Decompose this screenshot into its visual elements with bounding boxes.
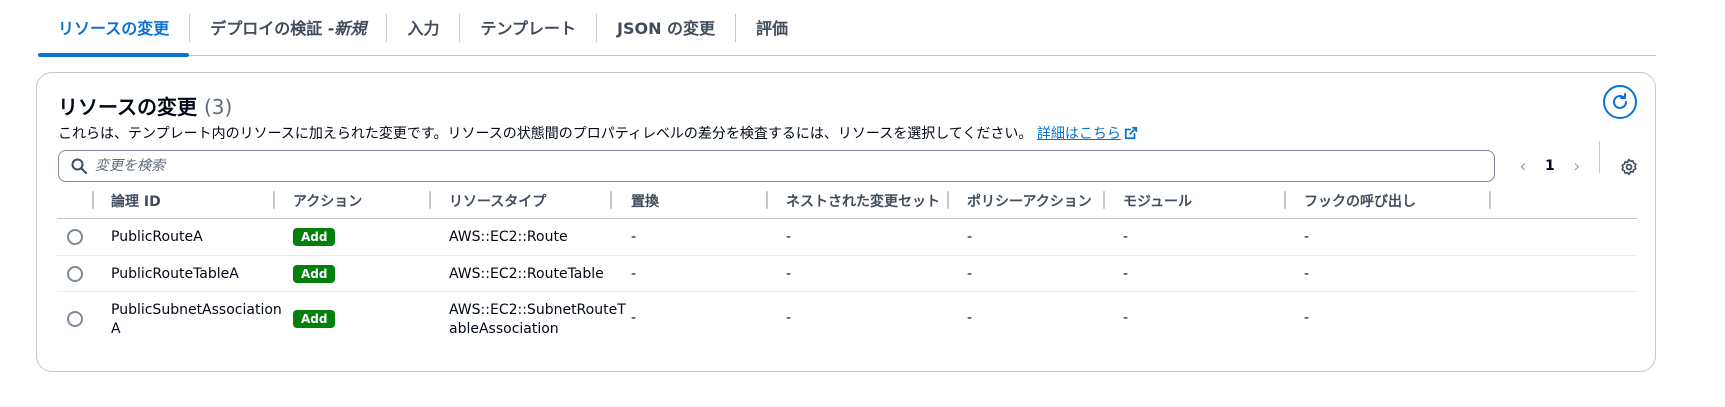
resource-type-cell: AWS::EC2::SubnetRouteT ableAssociation [449,302,626,337]
action-cell: Add [293,310,336,328]
panel-title-text: リソースの変更 [58,95,197,119]
gear-icon [1621,158,1637,176]
logical-id-cell: PublicRouteA [111,229,203,245]
module-cell: - [1123,310,1129,326]
nested-change-set-cell: - [786,310,792,326]
radio-button[interactable] [67,266,83,282]
chevron-left-icon[interactable]: ‹ [1515,156,1531,177]
tab-label-new: 新規 [334,19,367,38]
resource-type-cell: AWS::EC2::Route [449,229,568,245]
column-divider[interactable] [1103,191,1105,209]
table-header: 論理 ID アクション リソースタイプ 置換 ネストされた変更セット ポリシーア… [57,183,1637,219]
replacement-cell: - [631,266,637,282]
column-header-module[interactable]: モジュール [1123,183,1192,219]
column-header-policy-action[interactable]: ポリシーアクション [967,183,1092,219]
description-text: これらは、テンプレート内のリソースに加えられた変更です。リソースの状態間のプロパ… [58,126,1033,142]
row-select-radio[interactable] [67,311,83,327]
panel-description: これらは、テンプレート内のリソースに加えられた変更です。リソースの状態間のプロパ… [58,123,1138,143]
action-badge: Add [293,310,336,328]
policy-action-cell: - [967,229,973,245]
column-label: リソースタイプ [449,194,547,210]
row-select-radio[interactable] [67,266,83,282]
pagination: ‹ 1 › [1515,150,1585,182]
page-number[interactable]: 1 [1545,158,1555,174]
module-cell: - [1123,266,1129,282]
hook-invocation-cell: - [1304,310,1310,326]
radio-button[interactable] [67,229,83,245]
resource-changes-panel: リソースの変更 (3) これらは、テンプレート内のリソースに加えられた変更です。… [36,72,1656,372]
tab-label: 評価 [756,19,789,38]
policy-action-cell: - [967,310,973,326]
tab-label: リソースの変更 [58,19,170,38]
policy-action-cell: - [967,266,973,282]
table-settings-button[interactable] [1619,157,1639,177]
column-divider[interactable] [766,191,768,209]
tab-bar: リソースの変更 デプロイの検証 - 新規 入力 テンプレート JSON の変更 … [38,0,1656,57]
tab-inputs[interactable]: 入力 [387,0,459,55]
column-divider[interactable] [429,191,431,209]
column-header-nested-change-set[interactable]: ネストされた変更セット [786,183,940,219]
replacement-cell: - [631,310,637,326]
resource-changes-table: 論理 ID アクション リソースタイプ 置換 ネストされた変更セット ポリシーア… [57,183,1637,346]
table-row[interactable]: PublicSubnetAssociation A Add AWS::EC2::… [57,292,1637,346]
search-input[interactable] [95,158,1475,174]
nested-change-set-cell: - [786,266,792,282]
column-label: アクション [293,194,363,210]
replacement-cell: - [631,229,637,245]
tab-evaluation[interactable]: 評価 [736,0,808,55]
column-divider[interactable] [610,191,612,209]
column-divider[interactable] [273,191,275,209]
column-divider[interactable] [1489,191,1491,209]
radio-button[interactable] [67,311,83,327]
column-label: 論理 ID [111,194,161,210]
logical-id-cell: PublicSubnetAssociation A [111,302,282,337]
hook-invocation-cell: - [1304,266,1310,282]
action-badge: Add [293,265,336,283]
column-label: 置換 [631,194,659,210]
column-header-resource-type[interactable]: リソースタイプ [449,183,546,219]
resource-count: (3) [203,95,233,119]
column-label: ポリシーアクション [967,194,1092,210]
column-header-logical-id[interactable]: 論理 ID [111,183,161,219]
column-header-replacement[interactable]: 置換 [631,183,659,219]
tab-json-changes[interactable]: JSON の変更 [597,0,735,55]
tab-label: デプロイの検証 - [210,19,335,38]
module-cell: - [1123,229,1129,245]
search-box [58,150,1495,182]
action-cell: Add [293,265,336,283]
learn-more-label: 詳細はこちら [1036,126,1121,142]
tab-template[interactable]: テンプレート [460,0,596,55]
panel-title: リソースの変更 (3) [58,91,232,120]
chevron-right-icon[interactable]: › [1569,156,1585,177]
action-badge: Add [293,228,336,246]
row-select-radio[interactable] [67,229,83,245]
nested-change-set-cell: - [786,229,792,245]
external-link-icon [1124,126,1137,140]
column-header-action[interactable]: アクション [293,183,362,219]
column-divider[interactable] [947,191,949,209]
refresh-button[interactable] [1603,85,1637,119]
column-label: フックの呼び出し [1304,194,1416,210]
column-divider[interactable] [1284,191,1286,209]
tab-deploy-validation[interactable]: デプロイの検証 - 新規 [190,0,386,55]
column-header-hook-invocation[interactable]: フックの呼び出し [1304,183,1416,219]
search-icon [71,158,87,174]
tab-resource-changes[interactable]: リソースの変更 [38,0,190,57]
column-label: モジュール [1123,194,1193,210]
action-cell: Add [293,228,336,246]
tab-label: JSON の変更 [616,19,716,38]
table-row[interactable]: PublicRouteTableA Add AWS::EC2::RouteTab… [57,256,1637,292]
logical-id-cell: PublicRouteTableA [111,266,239,282]
table-row[interactable]: PublicRouteA Add AWS::EC2::Route - - - -… [57,219,1637,256]
tab-label: テンプレート [480,19,576,38]
hook-invocation-cell: - [1304,229,1310,245]
refresh-icon [1613,93,1627,109]
resource-type-cell: AWS::EC2::RouteTable [449,266,604,282]
column-label: ネストされた変更セット [786,194,940,210]
learn-more-link[interactable]: 詳細はこちら [1037,126,1138,142]
pagination-divider [1599,141,1600,173]
column-divider[interactable] [92,191,94,209]
tab-label: 入力 [407,19,440,38]
